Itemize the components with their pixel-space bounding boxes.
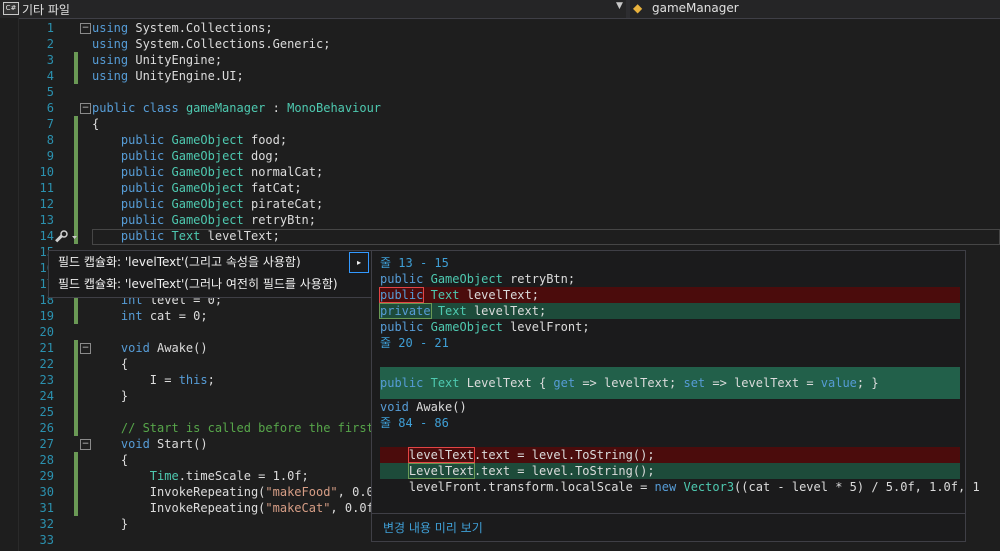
- diff-line: levelText.text = level.ToString();: [380, 447, 960, 463]
- line-number: 28: [39, 453, 54, 467]
- class-icon: ◆: [633, 1, 643, 15]
- line-number: 14: [39, 229, 54, 243]
- code-line[interactable]: I = this;: [92, 372, 215, 388]
- code-line[interactable]: public GameObject normalCat;: [92, 164, 323, 180]
- code-line[interactable]: using System.Collections;: [92, 20, 273, 36]
- current-line-highlight: [92, 229, 1000, 245]
- line-number: 8: [46, 133, 54, 147]
- line-number: 26: [39, 421, 54, 435]
- collapse-icon[interactable]: −: [80, 343, 91, 354]
- code-line[interactable]: public GameObject pirateCat;: [92, 196, 323, 212]
- change-marker: [74, 452, 78, 516]
- diff-line: public GameObject levelFront;: [380, 320, 590, 334]
- line-number: 25: [39, 405, 54, 419]
- line-number: 27: [39, 437, 54, 451]
- diff-line: void Awake(): [380, 400, 467, 414]
- line-number: 4: [46, 69, 54, 83]
- code-line[interactable]: }: [92, 388, 128, 404]
- navigation-bar: C# 기타 파일 ▼ ◆ gameManager: [0, 0, 1000, 19]
- class-dropdown[interactable]: ◆ gameManager: [630, 0, 1000, 18]
- code-line[interactable]: Time.timeScale = 1.0f;: [92, 468, 309, 484]
- line-number: 33: [39, 533, 54, 547]
- line-number: 5: [46, 85, 54, 99]
- code-line[interactable]: void Awake(): [92, 340, 208, 356]
- line-number: 20: [39, 325, 54, 339]
- diff-line: public GameObject retryBtn;: [380, 272, 576, 286]
- line-number: 24: [39, 389, 54, 403]
- menu-item-encapsulate-keep-field[interactable]: 필드 캡슐화: 'levelText'(그러나 여전히 필드를 사용함): [58, 274, 338, 294]
- quick-actions-menu: 필드 캡슐화: 'levelText'(그리고 속성을 사용함) ▸ 필드 캡슐…: [48, 250, 372, 298]
- diff-line: LevelText.text = level.ToString();: [380, 463, 960, 479]
- preview-footer: 변경 내용 미리 보기: [372, 513, 965, 542]
- diff-line: [380, 351, 960, 367]
- code-line[interactable]: public class gameManager : MonoBehaviour: [92, 100, 381, 116]
- code-line[interactable]: public GameObject fatCat;: [92, 180, 302, 196]
- line-number: 12: [39, 197, 54, 211]
- code-line[interactable]: // Start is called before the first: [92, 420, 374, 436]
- line-number: 19: [39, 309, 54, 323]
- chevron-down-icon[interactable]: ▼: [616, 1, 623, 11]
- line-number: 3: [46, 53, 54, 67]
- line-number: 21: [39, 341, 54, 355]
- line-number: 31: [39, 501, 54, 515]
- code-line[interactable]: InvokeRepeating("makeCat", 0.0f,: [92, 500, 381, 516]
- code-line[interactable]: public GameObject food;: [92, 132, 287, 148]
- diff-line: private Text levelText;: [379, 303, 960, 319]
- diff-line: [380, 431, 960, 447]
- change-marker: [74, 340, 78, 436]
- code-line[interactable]: {: [92, 356, 128, 372]
- diff-range-header: 줄 20 - 21: [380, 336, 449, 350]
- diff-line: levelFront.transform.localScale = new Ve…: [380, 480, 980, 494]
- diff-range-header: 줄 84 - 86: [380, 416, 449, 430]
- code-line[interactable]: InvokeRepeating("makeFood", 0.0f: [92, 484, 381, 500]
- code-line[interactable]: }: [92, 516, 128, 532]
- code-line[interactable]: public GameObject retryBtn;: [92, 212, 316, 228]
- menu-item-encapsulate-use-property[interactable]: 필드 캡슐화: 'levelText'(그리고 속성을 사용함): [58, 252, 348, 272]
- line-number: 29: [39, 469, 54, 483]
- code-line[interactable]: {: [92, 452, 128, 468]
- collapse-icon[interactable]: −: [80, 103, 91, 114]
- line-number: 30: [39, 485, 54, 499]
- preview-changes-pane: 줄 13 - 15 public GameObject retryBtn; publ…: [371, 250, 980, 542]
- preview-changes-link[interactable]: 변경 내용 미리 보기: [383, 519, 483, 536]
- screwdriver-icon[interactable]: [53, 229, 79, 245]
- diff-line: public Text levelText;: [378, 287, 960, 303]
- submenu-arrow-icon[interactable]: ▸: [349, 252, 369, 273]
- code-line[interactable]: int cat = 0;: [92, 308, 208, 324]
- line-number: 10: [39, 165, 54, 179]
- collapse-icon[interactable]: −: [80, 439, 91, 450]
- line-number: 22: [39, 357, 54, 371]
- change-marker: [74, 52, 78, 84]
- collapse-icon[interactable]: −: [80, 23, 91, 34]
- line-number: 11: [39, 181, 54, 195]
- project-label: 기타 파일: [22, 3, 70, 17]
- code-line[interactable]: using UnityEngine;: [92, 52, 222, 68]
- line-number: 13: [39, 213, 54, 227]
- code-line[interactable]: {: [92, 116, 99, 132]
- line-number: 7: [46, 117, 54, 131]
- code-line[interactable]: using System.Collections.Generic;: [92, 36, 330, 52]
- code-line[interactable]: using UnityEngine.UI;: [92, 68, 244, 84]
- code-line[interactable]: void Start(): [92, 436, 208, 452]
- change-marker: [74, 116, 78, 244]
- line-number: 23: [39, 373, 54, 387]
- line-number: 1: [46, 21, 54, 35]
- code-line[interactable]: public GameObject dog;: [92, 148, 280, 164]
- line-number: 32: [39, 517, 54, 531]
- line-number: 9: [46, 149, 54, 163]
- line-number: 2: [46, 37, 54, 51]
- csharp-file-icon: C#: [3, 2, 19, 15]
- diff-range-header: 줄 13 - 15: [380, 256, 449, 270]
- line-number: 6: [46, 101, 54, 115]
- diff-line: public Text LevelText { get => levelText…: [380, 367, 960, 399]
- class-label: gameManager: [652, 1, 739, 15]
- project-dropdown[interactable]: C# 기타 파일 ▼: [0, 0, 626, 18]
